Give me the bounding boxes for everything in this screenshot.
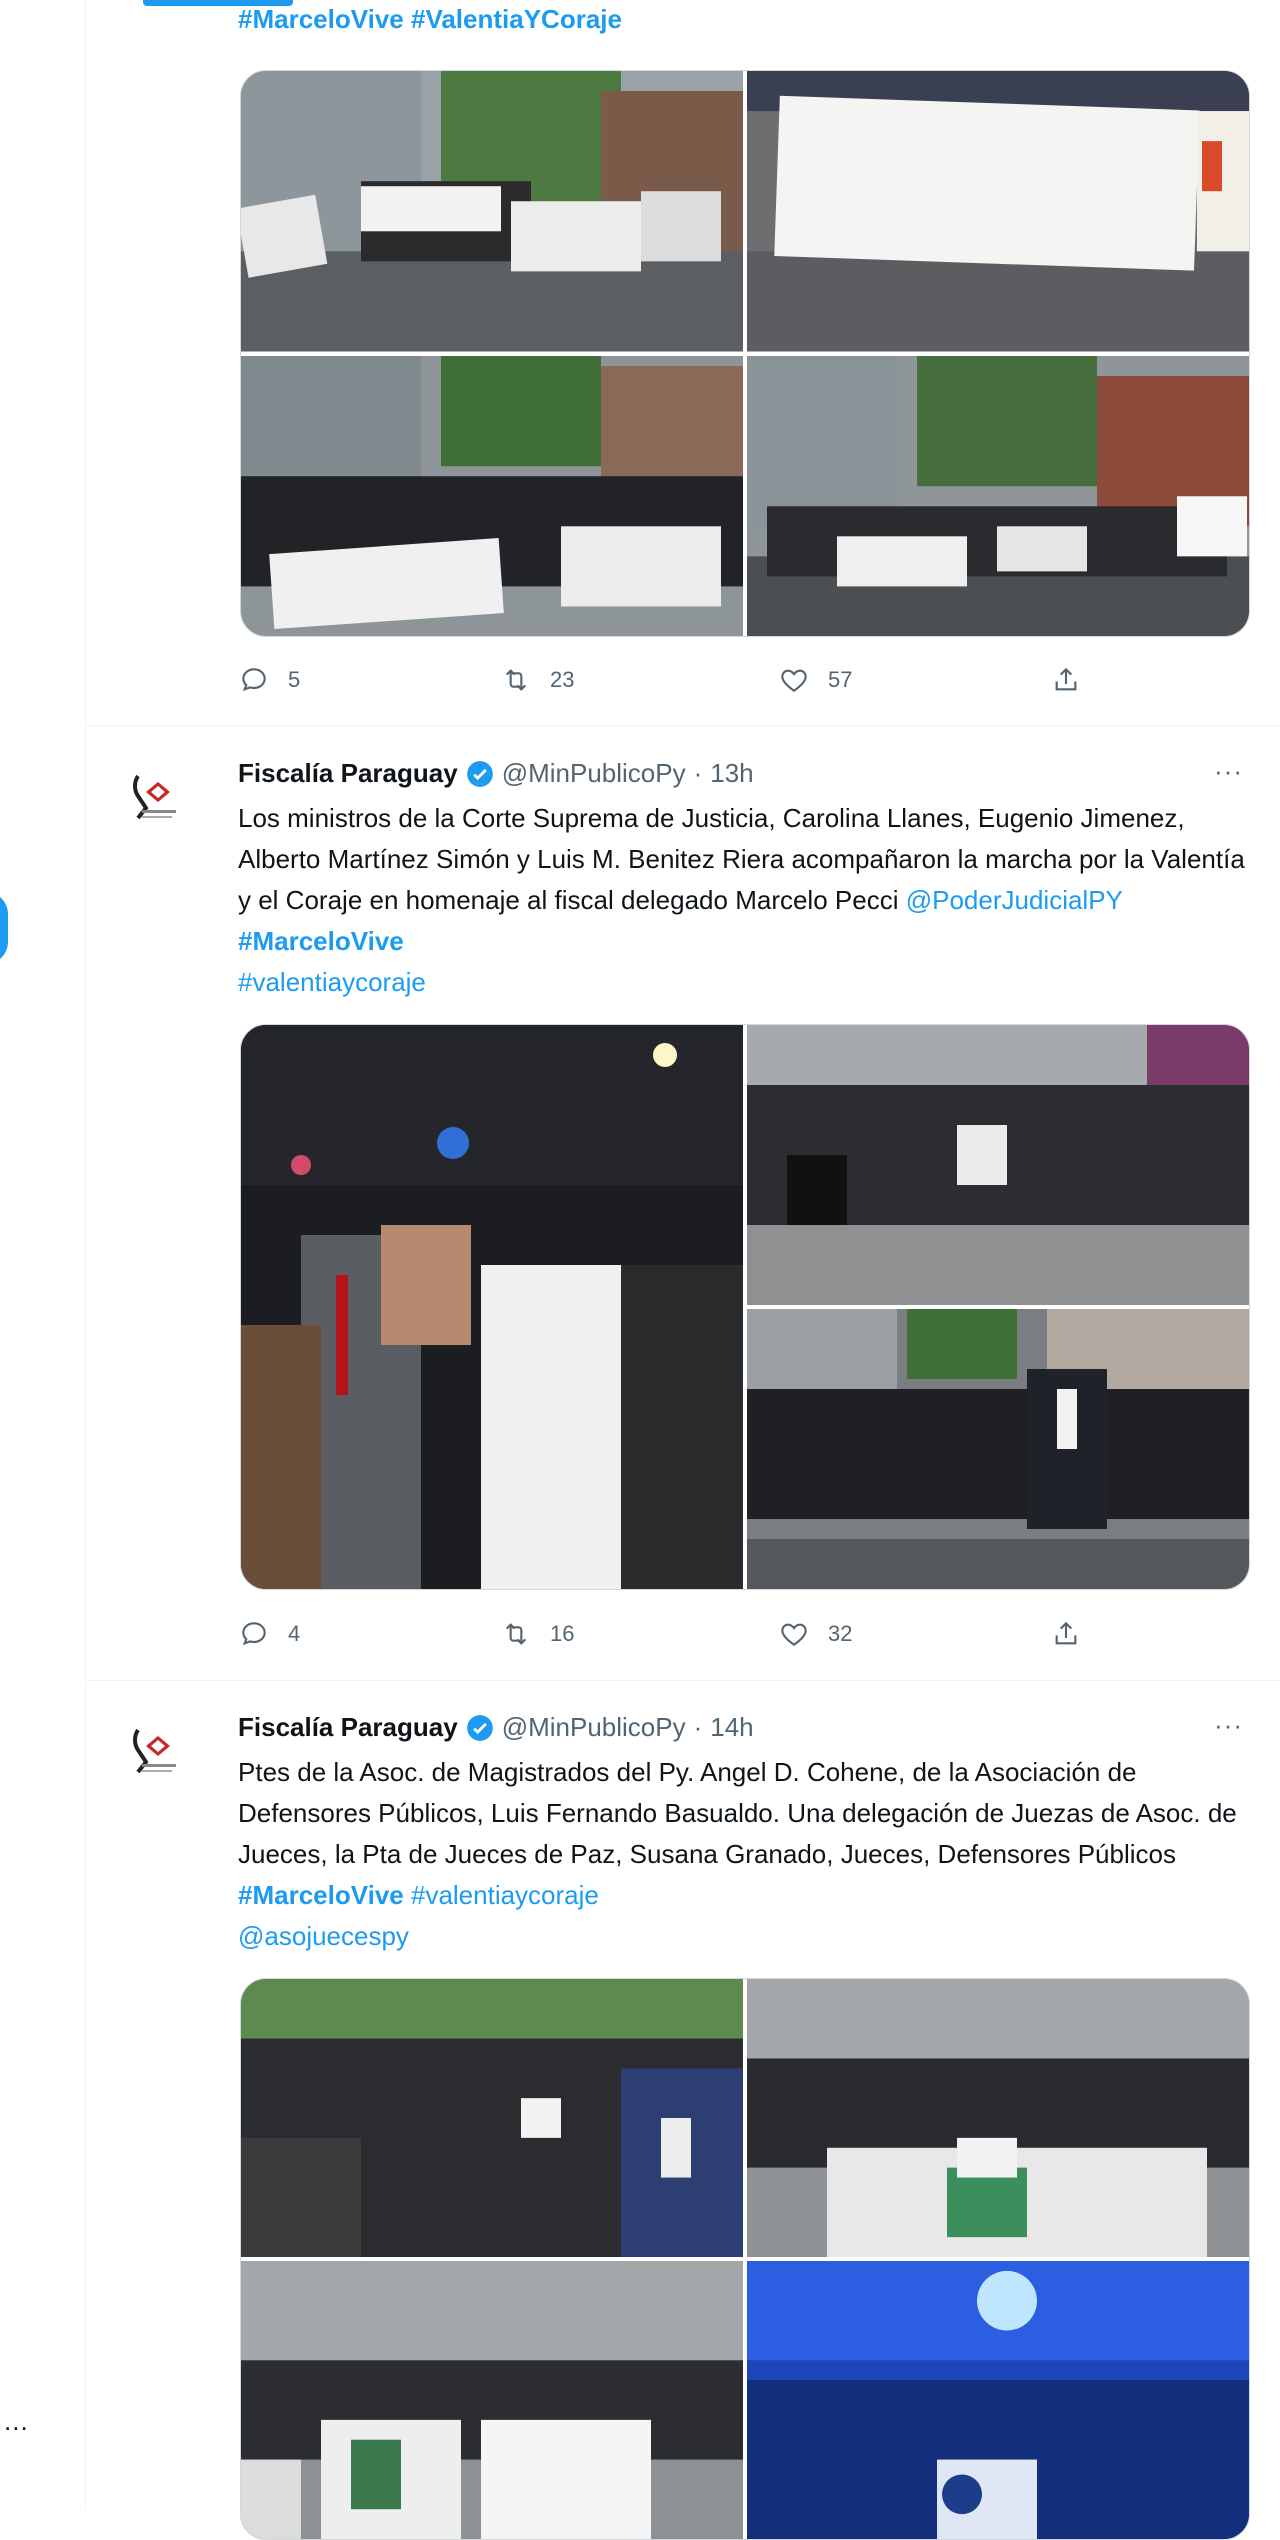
- tweet-divider: [85, 1680, 1280, 1681]
- retweet-count: 16: [550, 1621, 575, 1646]
- tweet-header: Fiscalía Paraguay @MinPublicoPy · 13h: [238, 758, 754, 789]
- tweet-media-grid[interactable]: [240, 1978, 1250, 2540]
- share-icon: [1055, 667, 1077, 691]
- tweet-photo[interactable]: [747, 2261, 1249, 2539]
- tweet-divider: [85, 725, 1280, 726]
- tweet-timestamp[interactable]: 14h: [710, 1712, 753, 1743]
- hashtag-link[interactable]: #ValentiaYCoraje: [411, 4, 622, 34]
- share-icon: [1055, 1621, 1077, 1645]
- verified-icon: [466, 1714, 493, 1741]
- tweet-photo[interactable]: [241, 1025, 743, 1589]
- reply-icon: [242, 668, 266, 692]
- tweet-photo[interactable]: [241, 71, 743, 352]
- verified-icon: [466, 760, 493, 787]
- tweet-text: Los ministros de la Corte Suprema de Jus…: [238, 798, 1248, 1003]
- reply-button[interactable]: 4: [238, 1618, 300, 1650]
- mention-link[interactable]: @asojuecespy: [238, 1921, 409, 1951]
- author-name[interactable]: Fiscalía Paraguay: [238, 758, 458, 789]
- hashtag-link[interactable]: #MarceloVive: [238, 1880, 404, 1910]
- author-name[interactable]: Fiscalía Paraguay: [238, 1712, 458, 1743]
- author-handle[interactable]: @MinPublicoPy: [502, 1712, 686, 1743]
- tweet-action-bar: 4 16 32: [238, 1618, 1138, 1658]
- tweet-photo[interactable]: [747, 1979, 1249, 2257]
- tweet-body: Ptes de la Asoc. de Magistrados del Py. …: [238, 1757, 1237, 1869]
- hashtag-link[interactable]: #MarceloVive: [238, 926, 404, 956]
- avatar[interactable]: [126, 764, 190, 828]
- share-button[interactable]: [1050, 1618, 1082, 1650]
- like-icon: [781, 1623, 807, 1646]
- retweet-count: 23: [550, 667, 575, 692]
- reply-count: 5: [288, 667, 301, 692]
- mention-link[interactable]: @PoderJudicialPY: [906, 885, 1123, 915]
- tweet-photo[interactable]: [747, 1025, 1249, 1305]
- like-count: 57: [828, 667, 853, 692]
- tweet-compose-button[interactable]: [0, 892, 8, 964]
- hashtag-link[interactable]: #valentiaycoraje: [238, 967, 426, 997]
- tweet-photo[interactable]: [241, 2261, 743, 2539]
- avatar[interactable]: [126, 1718, 190, 1782]
- retweet-icon: [505, 1623, 527, 1645]
- like-button[interactable]: 32: [778, 1618, 852, 1650]
- tweet-photo[interactable]: [747, 1309, 1249, 1589]
- previous-tweet-hashtags: #MarceloVive #ValentiaYCoraje: [238, 4, 622, 35]
- tweet-timestamp[interactable]: 13h: [710, 758, 753, 789]
- hashtag-link[interactable]: #valentiaycoraje: [411, 1880, 599, 1910]
- tweet-photo[interactable]: [241, 355, 743, 636]
- like-icon: [781, 669, 807, 692]
- tweet-text: Ptes de la Asoc. de Magistrados del Py. …: [238, 1752, 1248, 1957]
- more-icon[interactable]: ···: [1214, 1710, 1243, 1741]
- retweet-button[interactable]: 23: [500, 664, 574, 696]
- hashtag-link[interactable]: #MarceloVive: [238, 4, 404, 34]
- like-count: 32: [828, 1621, 853, 1646]
- separator-dot: ·: [693, 1712, 703, 1742]
- tweet-header: Fiscalía Paraguay @MinPublicoPy · 14h: [238, 1712, 754, 1743]
- separator-dot: ·: [693, 758, 703, 788]
- reply-icon: [242, 1622, 266, 1646]
- like-button[interactable]: 57: [778, 664, 852, 696]
- tweet-media-grid[interactable]: [240, 70, 1250, 637]
- share-button[interactable]: [1050, 664, 1082, 696]
- author-handle[interactable]: @MinPublicoPy: [502, 758, 686, 789]
- tweet-photo[interactable]: [241, 1979, 743, 2257]
- tweet-action-bar: 5 23 57: [238, 664, 1138, 704]
- tweet-media-grid[interactable]: [240, 1024, 1250, 1590]
- more-icon[interactable]: ···: [1214, 756, 1243, 787]
- retweet-button[interactable]: 16: [500, 1618, 574, 1650]
- reply-count: 4: [288, 1621, 301, 1646]
- more-menu-button[interactable]: ...: [4, 2406, 29, 2437]
- reply-button[interactable]: 5: [238, 664, 300, 696]
- left-sidebar: ...: [0, 0, 86, 2509]
- retweet-icon: [505, 669, 527, 691]
- tweet-photo[interactable]: [747, 355, 1249, 636]
- tweet-photo-banner[interactable]: [747, 71, 1249, 352]
